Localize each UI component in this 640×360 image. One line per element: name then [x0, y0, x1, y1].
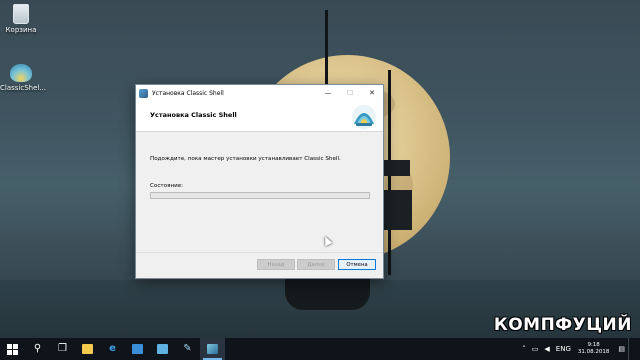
- minimize-button[interactable]: —: [317, 85, 339, 101]
- desktop-icon-classic-shell[interactable]: ClassicShel...: [0, 64, 46, 92]
- classic-shell-logo-icon: [352, 105, 376, 129]
- tray-clock[interactable]: 9:18 31.08.2018: [578, 342, 610, 356]
- show-desktop-button[interactable]: [628, 338, 640, 360]
- install-message: Подождите, пока мастер установки устанав…: [150, 156, 341, 162]
- close-button[interactable]: ✕: [361, 85, 383, 101]
- classic-shell-icon: [10, 64, 32, 82]
- install-progress-bar: [150, 192, 370, 199]
- taskbar-edge[interactable]: e: [100, 338, 125, 360]
- tray-date: 31.08.2018: [577, 349, 610, 355]
- watermark-logo: КОМПФУЦИЙ: [493, 315, 632, 335]
- language-indicator[interactable]: ENG: [556, 345, 571, 353]
- cancel-button[interactable]: Отмена: [338, 259, 376, 270]
- taskbar-file-explorer[interactable]: [75, 338, 100, 360]
- wizard-header: Установка Classic Shell: [136, 101, 383, 132]
- app-icon-2: ✎: [183, 343, 192, 354]
- back-button[interactable]: Назад: [257, 259, 295, 270]
- volume-icon[interactable]: ◀: [544, 345, 549, 353]
- window-title: Установка Classic Shell: [152, 89, 224, 97]
- search-button[interactable]: ⚲: [25, 338, 50, 360]
- classic-shell-setup-icon: [207, 344, 218, 354]
- notifications-icon[interactable]: ▤: [618, 345, 625, 353]
- start-button[interactable]: [0, 338, 25, 360]
- taskbar-app[interactable]: [150, 338, 175, 360]
- installer-app-icon: [139, 88, 148, 98]
- start-icon: [7, 343, 18, 355]
- tray-time: 9:18: [587, 342, 600, 348]
- wizard-content: Подождите, пока мастер установки устанав…: [136, 132, 383, 270]
- desktop-icon-label: ClassicShel...: [0, 84, 47, 92]
- desktop-icon-recycle-bin[interactable]: Корзина: [0, 4, 42, 34]
- taskbar-app-2[interactable]: ✎: [175, 338, 200, 360]
- window-titlebar[interactable]: Установка Classic Shell — ☐ ✕: [136, 85, 383, 101]
- system-tray: ˄ ▭ ◀ ENG 9:18 31.08.2018 ▤: [519, 338, 640, 360]
- recycle-bin-icon: [13, 4, 29, 24]
- task-view-icon: ❐: [58, 343, 67, 354]
- app-icon: [157, 344, 168, 354]
- wizard-footer: Назад Далее Отмена: [136, 252, 383, 278]
- edge-icon: e: [109, 343, 116, 354]
- maximize-button[interactable]: ☐: [339, 85, 361, 101]
- taskbar: ⚲ ❐ e ✎ ˄ ▭ ◀ ENG 9:18 31.08.2018 ▤: [0, 338, 640, 360]
- taskbar-classic-shell-setup[interactable]: [200, 338, 225, 360]
- installer-window: Установка Classic Shell — ☐ ✕ Установка …: [135, 84, 384, 279]
- network-icon[interactable]: ▭: [532, 345, 539, 353]
- task-view-button[interactable]: ❐: [50, 338, 75, 360]
- chevron-up-icon[interactable]: ˄: [522, 345, 526, 353]
- taskbar-store[interactable]: [125, 338, 150, 360]
- next-button[interactable]: Далее: [297, 259, 335, 270]
- wizard-header-title: Установка Classic Shell: [150, 111, 237, 119]
- status-label: Состояние:: [150, 183, 184, 189]
- desktop-icon-label: Корзина: [5, 26, 37, 34]
- store-icon: [132, 344, 143, 354]
- file-explorer-icon: [82, 344, 93, 354]
- search-icon: ⚲: [33, 343, 42, 354]
